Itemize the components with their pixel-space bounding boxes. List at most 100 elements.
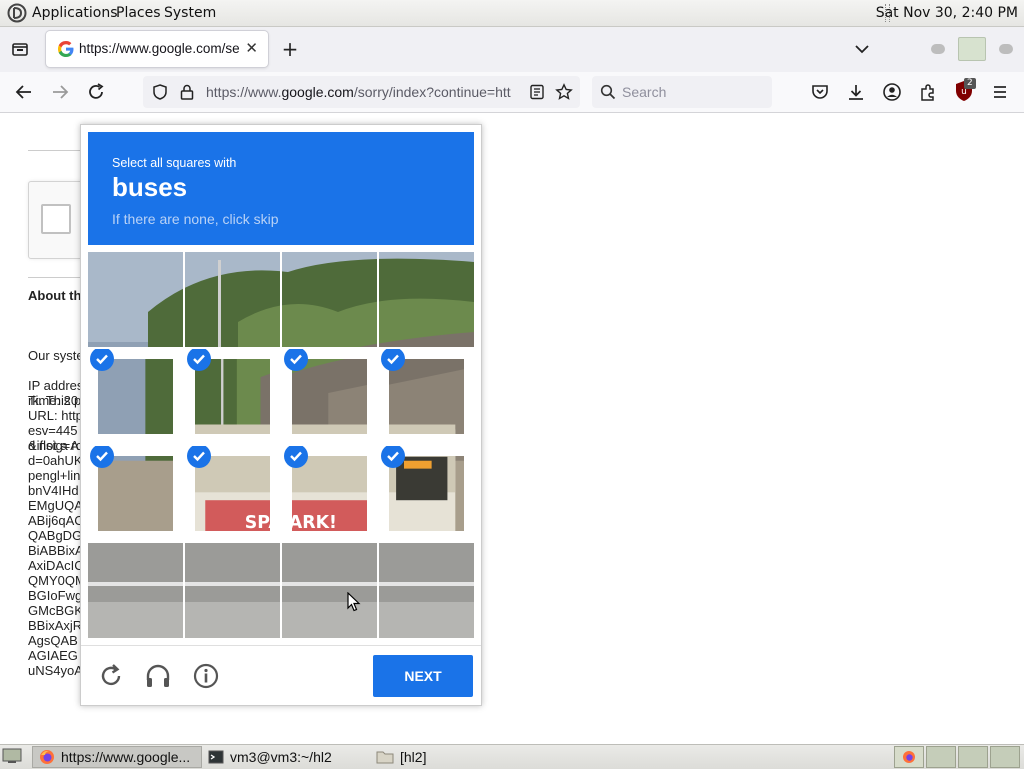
grid-tile[interactable]: SPARK! [88,543,183,638]
maximize-button[interactable] [958,37,986,61]
google-icon [58,41,74,57]
page-content: About th Our syste rk. This p d not a ro… [0,113,1024,744]
extensions-icon[interactable] [918,82,938,102]
pocket-icon[interactable] [810,82,830,102]
details-line: &iflsig=A [28,438,79,453]
chevron-down-icon [855,45,869,54]
grid-tile[interactable]: SPARK! [379,543,474,638]
grid-tile[interactable]: SPARK! [282,543,377,638]
tile-image: SPARK! [282,543,377,638]
request-details: IP addres Time: 20 URL: http esv=445 &iflsig… [28,378,86,678]
panel-clock[interactable]: Sat Nov 30, 2:40 PM [876,5,1018,21]
firefox-icon [40,750,54,764]
next-button[interactable]: NEXT [373,655,473,697]
challenge-instruction: Select all squares with [112,156,237,170]
firefox-view-icon [12,43,28,56]
tile-image: SPARK! [98,359,173,434]
bookmark-star-icon[interactable] [555,83,573,101]
lock-icon[interactable] [179,83,195,101]
workspace-1[interactable] [894,746,924,768]
forward-icon[interactable] [50,82,70,102]
recaptcha-checkbox[interactable] [41,204,71,234]
tile-image: SPARK! [195,456,270,531]
show-desktop-icon [2,748,22,763]
list-all-tabs-button[interactable] [852,39,872,59]
tile-image: SPARK! [379,252,474,347]
debian-logo-icon[interactable] [7,3,27,23]
details-line: uNS4yoA [28,663,83,678]
grid-tile[interactable]: SPARK! [379,252,474,347]
tile-image: SPARK! [98,456,173,531]
grid-tile[interactable]: SPARK! [282,446,377,541]
minimize-icon [931,44,945,54]
workspace-2[interactable] [926,746,956,768]
url-bar[interactable]: https://www.google.com/sorry/index?conti… [143,76,580,108]
paragraph-line: Our syste [28,348,84,363]
grid-tile[interactable]: SPARK! [88,446,183,541]
tile-image: SPARK! [292,456,367,531]
taskbar-item-terminal[interactable]: vm3@vm3:~/hl2 [202,746,370,768]
reader-view-icon[interactable] [529,84,545,100]
new-tab-button[interactable]: + [280,37,300,61]
menu-system[interactable]: System [164,5,216,21]
url-text[interactable]: https://www.google.com/sorry/index?conti… [206,84,521,100]
shield-icon[interactable] [151,83,169,101]
grid-tile[interactable]: SPARK! [379,349,474,444]
close-window-icon [999,44,1013,54]
grid-tile[interactable]: SPARK! [379,446,474,541]
grid-tile[interactable]: SPARK! [185,349,280,444]
account-icon[interactable] [882,82,902,102]
reload-challenge-icon[interactable] [97,662,125,690]
details-line: ABij6qAC [28,513,84,528]
details-line: AgsQAB [28,633,78,648]
tab-google[interactable]: https://www.google.com/se ✕ [46,31,268,67]
grid-tile[interactable]: SPARK! [282,349,377,444]
grid-tile[interactable]: SPARK! [88,252,183,347]
workspace-4[interactable] [990,746,1020,768]
details-line: EMgUQA [28,498,83,513]
tile-image: SPARK! [88,252,183,347]
details-line: QMY0QM [28,573,86,588]
taskbar-item-firefox[interactable]: https://www.google... [32,746,202,768]
audio-challenge-icon[interactable] [144,662,172,690]
close-window-button[interactable] [996,39,1016,59]
menu-hamburger-icon[interactable] [990,82,1010,102]
bottom-taskbar: https://www.google... vm3@vm3:~/hl2 [hl2… [0,744,1024,769]
grid-tile[interactable]: SPARK! [88,349,183,444]
grid-tile[interactable]: SPARK! [185,252,280,347]
reload-icon[interactable] [86,82,106,102]
show-desktop-button[interactable] [2,748,22,764]
firefox-view-button[interactable] [10,39,30,59]
navigation-toolbar: https://www.google.com/sorry/index?conti… [0,72,1024,113]
taskbar-item-label: vm3@vm3:~/hl2 [230,749,332,765]
svg-text:SPARK!: SPARK! [245,513,270,531]
tile-image: SPARK! [389,359,464,434]
search-placeholder: Search [622,84,667,100]
details-line: BBixAxjR [28,618,83,633]
top-panel: Applications Places System Sat Nov 30, 2… [0,0,1024,27]
minimize-button[interactable] [928,39,948,59]
menu-applications[interactable]: Applications [32,5,118,21]
url-suffix: /sorry/index?continue=htt [353,84,511,100]
back-icon[interactable] [14,82,34,102]
grid-tile[interactable]: SPARK! [185,446,280,541]
challenge-header: Select all squares with buses If there a… [88,132,474,245]
taskbar-item-folder[interactable]: [hl2] [370,746,538,768]
grid-tile[interactable]: SPARK! [282,252,377,347]
ublock-extension-button[interactable]: u 2 [954,78,976,104]
details-line: esv=445 [28,423,78,438]
grid-tile[interactable]: SPARK! [185,543,280,638]
tab-title: https://www.google.com/se [79,41,240,56]
downloads-icon[interactable] [846,82,866,102]
search-bar[interactable]: Search [592,76,772,108]
firefox-icon [903,751,915,763]
menu-places[interactable]: Places [116,5,161,21]
tab-close-icon[interactable]: ✕ [245,39,258,57]
info-icon[interactable] [192,662,220,690]
details-line: BiABBixA [28,543,84,558]
image-grid: SPARK! SPARK! SPARK! SPARK! [88,252,474,638]
url-domain: google.com [281,84,354,100]
mouse-cursor-icon [347,592,361,612]
workspace-3[interactable] [958,746,988,768]
taskbar-item-label: [hl2] [400,749,427,765]
